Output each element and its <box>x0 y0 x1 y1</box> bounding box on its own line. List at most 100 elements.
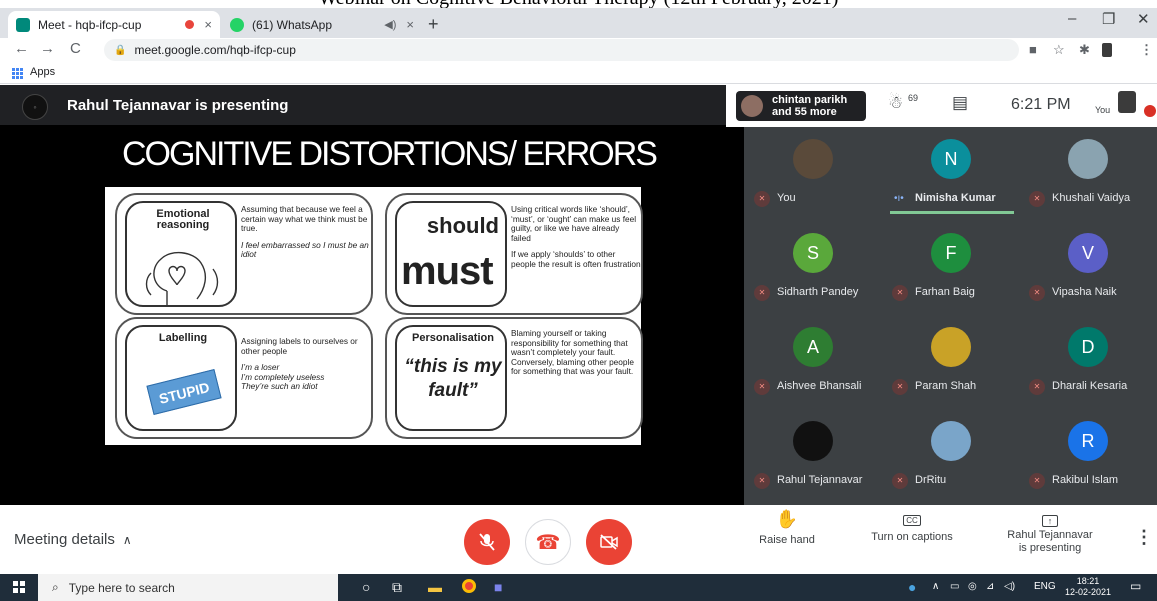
participant-tile[interactable]: N •ı• Nimisha Kumar <box>882 127 1020 221</box>
mic-muted-icon: ✕ <box>1029 285 1045 301</box>
meeting-time: 6:21 PM <box>1011 96 1071 113</box>
participants-summary-line1: chintan parikh <box>772 94 848 106</box>
help-icon[interactable]: ● <box>908 579 916 595</box>
apps-bookmark[interactable]: Apps <box>30 66 55 78</box>
mic-off-button[interactable] <box>464 519 510 565</box>
leave-call-button[interactable]: ☎ <box>525 519 571 565</box>
participant-tile[interactable]: F ✕ Farhan Baig <box>882 221 1020 315</box>
close-icon[interactable]: × <box>406 17 414 32</box>
participant-count: 69 <box>908 93 919 103</box>
participant-tile[interactable]: ✕ You <box>744 127 882 221</box>
volume-icon[interactable]: ◁) <box>1004 581 1015 592</box>
participant-tile[interactable]: R ✕ Rakibul Islam <box>1019 409 1157 503</box>
participant-name: Farhan Baig <box>915 286 975 298</box>
close-icon[interactable]: × <box>204 17 212 32</box>
card-illustration: Labelling STUPID <box>125 325 237 431</box>
mic-muted-icon: ✕ <box>754 285 770 301</box>
chat-icon[interactable]: ▤ <box>952 93 968 113</box>
participant-tile[interactable]: ✕ Rahul Tejannavar <box>744 409 882 503</box>
head-heart-icon <box>145 252 219 305</box>
participant-tile[interactable]: ✕ DrRitu <box>882 409 1020 503</box>
browser-tab-bar: Meet - hqb-ifcp-cup × (61) WhatsApp ◀︎) … <box>0 8 1157 38</box>
participant-name: Khushali Vaidya <box>1052 192 1131 204</box>
apps-grid-icon[interactable] <box>12 68 23 79</box>
avatar <box>931 327 971 367</box>
tray-chevron-icon[interactable]: ∧ <box>932 581 939 592</box>
avatar: S <box>793 233 833 273</box>
participant-tile[interactable]: S ✕ Sidharth Pandey <box>744 221 882 315</box>
back-button[interactable]: ← <box>14 40 29 57</box>
card-description: Blaming yourself or taking responsibilit… <box>511 328 641 384</box>
reload-button[interactable]: C <box>70 40 81 57</box>
avatar <box>793 139 833 179</box>
forward-button[interactable]: → <box>40 40 55 57</box>
notifications-icon[interactable]: ▭ <box>1130 579 1141 593</box>
meet-icon <box>16 17 30 32</box>
presenting-label: Rahul Tejannavar is presenting <box>67 97 289 114</box>
raise-hand-button[interactable]: ✋ Raise hand <box>757 509 817 546</box>
mic-muted-icon: ✕ <box>892 473 908 489</box>
task-view-icon[interactable]: ⧉ <box>392 579 402 596</box>
mic-muted-icon: ✕ <box>1029 473 1045 489</box>
participants-summary-line2: and 55 more <box>772 106 837 118</box>
file-explorer-icon[interactable]: ▬ <box>428 579 442 595</box>
clock-date: 12-02-2021 <box>1065 587 1112 597</box>
self-avatar[interactable] <box>1118 91 1136 113</box>
battery-icon[interactable]: ▭ <box>950 581 959 592</box>
raise-hand-label: Raise hand <box>759 534 815 546</box>
system-clock[interactable]: 18:21 12-02-2021 <box>1065 576 1111 598</box>
participant-tile[interactable]: ✕ Khushali Vaidya <box>1019 127 1157 221</box>
profile-avatar[interactable] <box>1102 43 1112 57</box>
browser-menu-icon[interactable]: ⋮ <box>1140 42 1153 58</box>
avatar: V <box>1068 233 1108 273</box>
camera-indicator-icon[interactable]: ■ <box>1029 42 1037 57</box>
card-heading: Emotional reasoning <box>156 208 210 231</box>
tab-title: Meet - hqb-ifcp-cup <box>38 17 142 32</box>
teams-icon[interactable]: ■ <box>494 579 502 595</box>
minimize-button[interactable]: – <box>1068 10 1076 27</box>
cortana-icon[interactable]: ○ <box>362 579 370 595</box>
captions-button[interactable]: CC Turn on captions <box>857 507 967 543</box>
audio-icon[interactable]: ◀︎) <box>384 18 396 31</box>
tab-whatsapp[interactable]: (61) WhatsApp ◀︎) × <box>222 11 422 38</box>
camera-off-button[interactable] <box>586 519 632 565</box>
mic-muted-icon: ✕ <box>754 473 770 489</box>
mic-muted-icon: ✕ <box>754 191 770 207</box>
recording-dot-icon <box>185 20 195 29</box>
slide-title: COGNITIVE DISTORTIONS/ ERRORS <box>122 135 658 173</box>
wifi-icon[interactable]: ⊿ <box>986 581 994 592</box>
people-icon[interactable]: ☃ <box>888 93 903 113</box>
card-heading: Personalisation <box>412 332 494 344</box>
participants-summary[interactable]: chintan parikh and 55 more <box>736 91 866 121</box>
participant-tile[interactable]: A ✕ Aishvee Bhansali <box>744 315 882 409</box>
window-close-button[interactable]: ✕ <box>1137 10 1150 28</box>
phone-hangup-icon: ☎ <box>535 532 561 554</box>
tab-meet[interactable]: Meet - hqb-ifcp-cup × <box>8 11 220 38</box>
participant-tile[interactable]: ✕ Param Shah <box>882 315 1020 409</box>
participant-tile[interactable]: V ✕ Vipasha Naik <box>1019 221 1157 315</box>
participant-name: DrRitu <box>915 474 947 486</box>
camera-off-icon <box>600 534 618 550</box>
extensions-icon[interactable]: ✱ <box>1079 42 1090 58</box>
meeting-controls-bar: Meeting details ∧ ☎ ✋ Raise hand CC Turn … <box>0 505 1157 574</box>
avatar: F <box>931 233 971 273</box>
windows-taskbar: ⌕ Type here to search ○ ⧉ ▬ ■ ● ∧ ▭ ◎ ⊿ … <box>0 574 1157 601</box>
participant-tile[interactable]: D ✕ Dharali Kesaria <box>1019 315 1157 409</box>
presenting-status-button[interactable]: ↑ Rahul Tejannavar is presenting <box>1000 515 1100 555</box>
meeting-details-button[interactable]: Meeting details ∧ <box>14 531 132 548</box>
meeting-details-label: Meeting details <box>14 531 115 548</box>
presentation-stage: COGNITIVE DISTORTIONS/ ERRORS Emotional … <box>0 125 744 505</box>
active-speaker-bar <box>890 211 1014 214</box>
captions-icon: CC <box>903 515 921 526</box>
chrome-icon[interactable] <box>462 579 476 596</box>
star-icon[interactable]: ☆ <box>1053 42 1065 58</box>
new-tab-button[interactable]: + <box>428 14 439 35</box>
language-indicator[interactable]: ENG <box>1034 581 1056 592</box>
network-icon[interactable]: ◎ <box>968 581 977 592</box>
card-text: Assigning labels to ourselves or other p… <box>241 336 358 356</box>
restore-button[interactable]: ❐ <box>1102 10 1115 28</box>
taskbar-search-input[interactable]: ⌕ Type here to search <box>38 574 338 601</box>
windows-start-icon[interactable] <box>13 581 25 593</box>
url-input[interactable]: 🔒 meet.google.com/hqb-ifcp-cup <box>104 39 1019 61</box>
more-options-icon[interactable]: ⋮ <box>1135 527 1153 548</box>
